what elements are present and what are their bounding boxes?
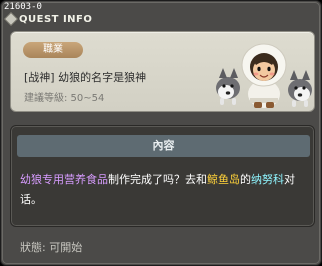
item-name-highlight: 幼狼专用营养食品 [20,173,108,186]
description-text: 制作完成了吗？去和 [108,173,207,186]
npc-name-highlight: 纳努科 [251,173,284,186]
quest-content-panel: 內容 幼狼专用营养食品制作完成了吗？去和鲸鱼岛的纳努科对话。 [10,125,315,227]
job-badge: 職業 [23,42,83,58]
diamond-icon [5,13,17,25]
content-header: 內容 [17,135,310,157]
quest-description: 幼狼专用营养食品制作完成了吗？去和鲸鱼岛的纳努科对话。 [20,170,308,210]
window-title: QUEST INFO [19,13,93,25]
window-title-bar[interactable]: QUEST INFO [5,12,93,26]
recommended-level: 建議等級: 50~54 [24,93,105,104]
npc-portrait-icon [216,43,312,108]
quest-info-window: 21603-0 QUEST INFO 職業 [战神] 幼狼的名字是狼神 建議等級… [0,0,322,266]
quest-status: 狀態: 可開始 [20,241,83,254]
description-text: 的 [240,173,251,186]
quest-name: [战神] 幼狼的名字是狼神 [24,71,147,84]
map-name-highlight: 鲸鱼岛 [207,173,240,186]
quest-summary-panel: 職業 [战神] 幼狼的名字是狼神 建議等級: 50~54 [10,31,315,112]
